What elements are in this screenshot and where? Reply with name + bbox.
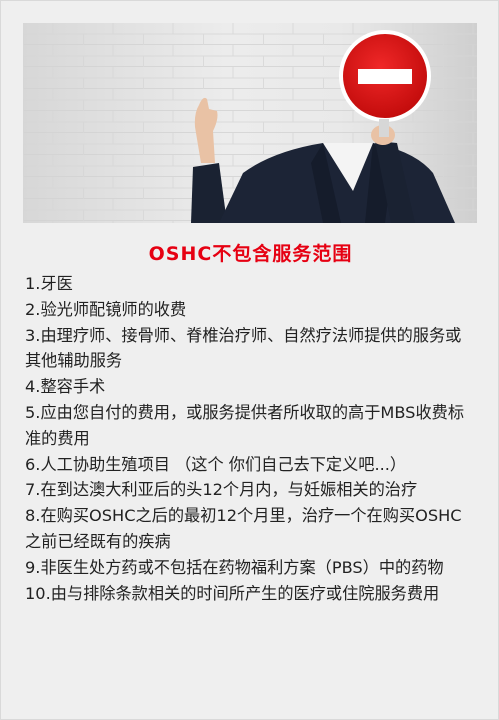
list-item: 2.验光师配镜师的收费 [25,299,187,319]
header-photo [23,23,477,223]
exclusions-list: 1.牙医 2.验光师配镜师的收费 3.由理疗师、接骨师、脊椎治疗师、自然疗法师提… [25,271,477,606]
list-item: 5.应由您自付的费用，或服务提供者所收取的高于MBS收费标准的费用 [25,402,465,448]
list-item: 1.牙医 [25,274,73,293]
list-item: 9.非医生处方药或不包括在药物福利方案（PBS）中的药物 [25,557,444,577]
list-item: 6.人工协助生殖项目 （这个 你们自己去下定义吧...） [25,454,407,474]
list-item: 3.由理疗师、接骨师、脊椎治疗师、自然疗法师提供的服务或其他辅助服务 [25,325,462,371]
article-card: OSHC不包含服务范围 1.牙医 2.验光师配镜师的收费 3.由理疗师、接骨师、… [0,0,499,720]
list-item: 4.整容手术 [25,377,106,397]
page-title: OSHC不包含服务范围 [148,243,353,265]
list-item: 8.在购买OSHC之后的最初12个月里，治疗一个在购买OSHC之前已经既有的疾病 [25,506,462,551]
list-item: 10.由与排除条款相关的时间所产生的医疗或住院服务费用 [25,583,440,603]
businesswoman-stop-sign-image [23,23,477,223]
list-item: 7.在到达澳大利亚后的头12个月内，与妊娠相关的治疗 [25,480,418,500]
